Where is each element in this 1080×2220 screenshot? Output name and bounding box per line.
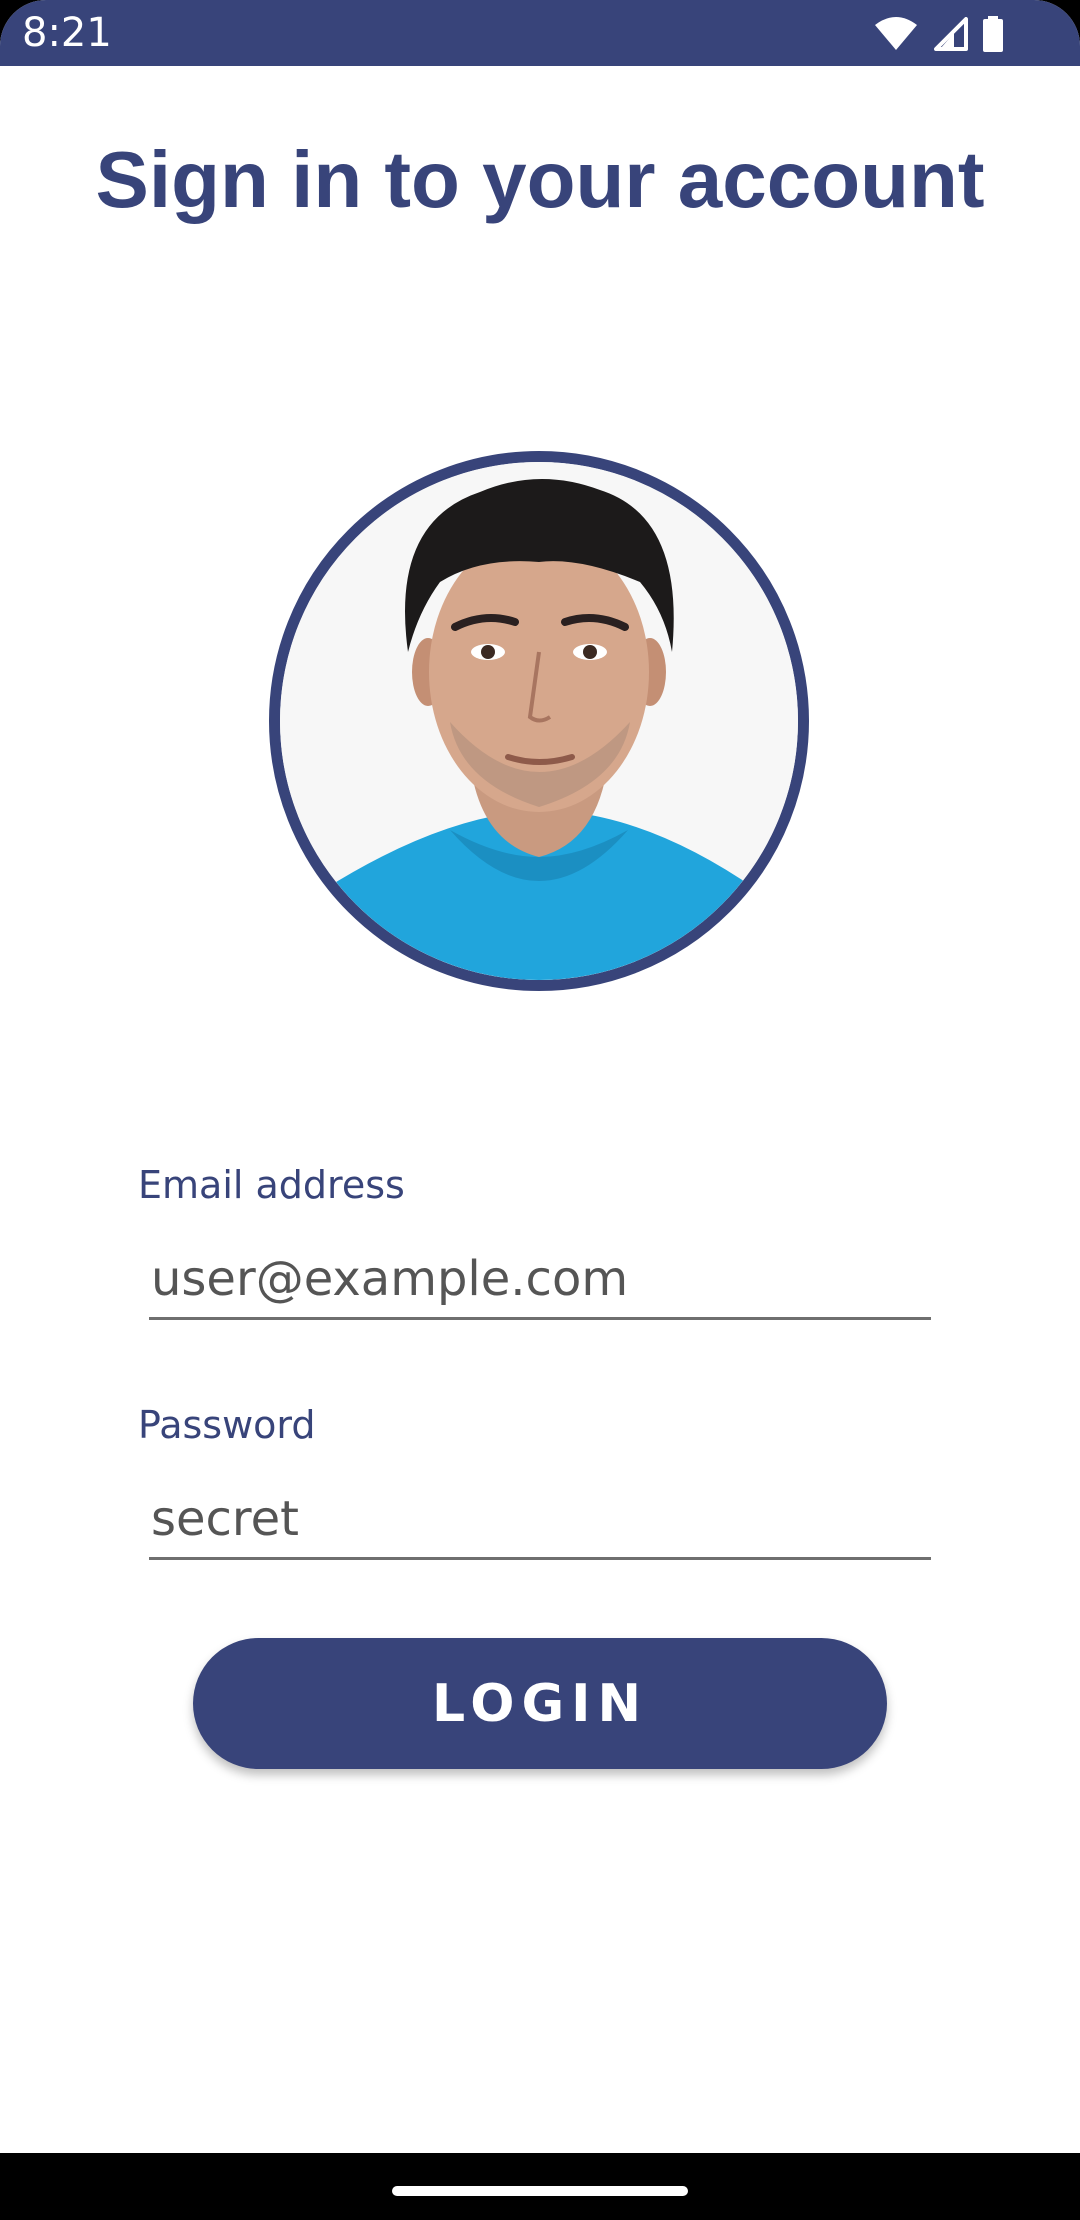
status-bar: 8:21 [0,0,1080,66]
status-icons [874,14,1004,54]
page-title: Sign in to your account [95,135,985,224]
password-label: Password [138,1403,316,1447]
email-field[interactable] [149,1240,931,1320]
avatar [269,451,809,991]
profile-photo-icon [280,462,798,980]
password-field[interactable] [149,1480,931,1560]
login-button[interactable]: LOGIN [193,1638,887,1769]
status-time: 8:21 [22,10,112,56]
cell-signal-icon [932,17,968,51]
email-label: Email address [138,1163,405,1207]
wifi-icon [874,17,918,51]
home-handle[interactable] [392,2186,688,2196]
login-screen: 8:21 Sign in to your account Email addre… [0,0,1080,2220]
battery-icon [982,16,1004,52]
